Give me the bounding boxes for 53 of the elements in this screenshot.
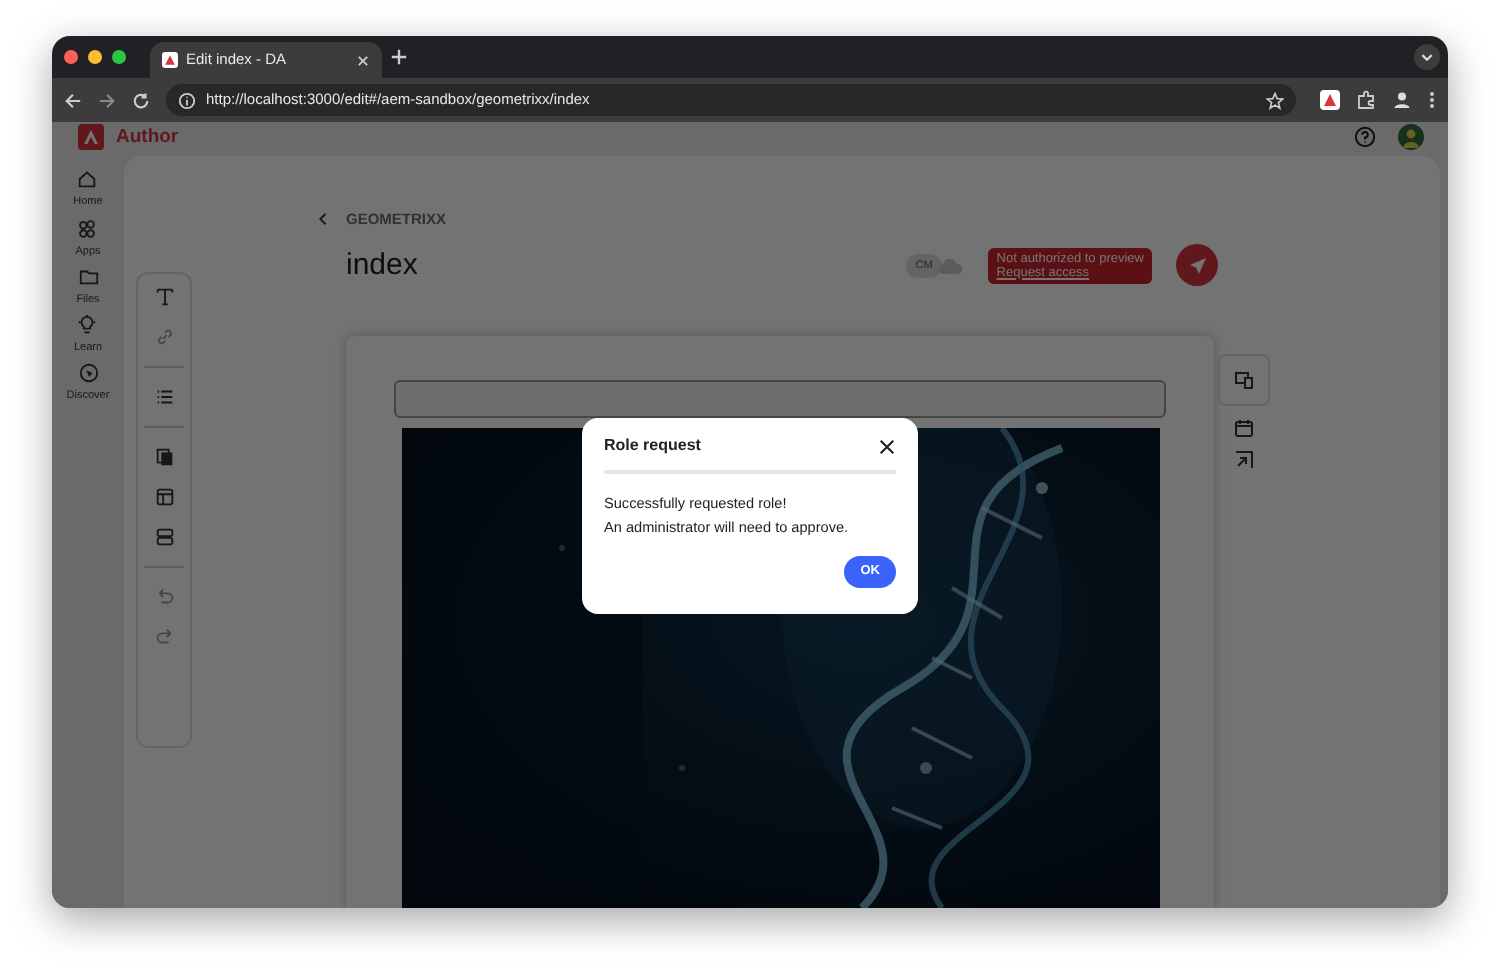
reload-icon[interactable]: [132, 91, 150, 109]
lightbulb-icon: [76, 314, 99, 336]
home-icon: [76, 168, 99, 191]
app-logo-icon[interactable]: [78, 124, 104, 151]
table-button[interactable]: [153, 486, 175, 509]
calendar-icon: [1234, 418, 1254, 438]
redo-icon: [153, 626, 175, 649]
calendar-button[interactable]: [1234, 418, 1254, 438]
help-icon[interactable]: [1354, 126, 1376, 149]
redo-button[interactable]: [153, 626, 175, 649]
back-icon[interactable]: [316, 212, 330, 227]
publish-button[interactable]: [1176, 244, 1218, 287]
copy-button[interactable]: [153, 446, 175, 469]
arrow-box-icon: [1234, 450, 1254, 470]
section-icon: [153, 526, 175, 549]
app-name: Author: [116, 123, 179, 151]
user-avatar[interactable]: [1398, 124, 1424, 151]
text-button[interactable]: [153, 286, 175, 309]
maximize-window-button[interactable]: [112, 50, 126, 64]
undo-icon: [153, 586, 175, 609]
close-button[interactable]: [878, 437, 896, 455]
page-title: index: [346, 245, 420, 285]
link-icon: [153, 326, 175, 349]
menu-icon[interactable]: [1428, 90, 1436, 110]
forward-icon[interactable]: [98, 91, 116, 109]
dropdown-icon[interactable]: [1414, 44, 1440, 70]
copy-icon: [153, 446, 175, 469]
send-icon: [1187, 255, 1207, 276]
text-icon: [153, 286, 175, 309]
undo-button[interactable]: [153, 586, 175, 609]
close-icon[interactable]: [356, 53, 370, 67]
close-window-button[interactable]: [64, 50, 78, 64]
compass-icon: [77, 362, 99, 385]
table-icon: [153, 486, 175, 509]
puzzle-icon[interactable]: [1356, 90, 1376, 110]
folder-icon: [77, 265, 99, 288]
app-logo-icon: [162, 52, 178, 68]
list-button[interactable]: [153, 386, 175, 409]
dialog-title: Role request: [604, 434, 701, 458]
extension-logo-icon[interactable]: [1320, 90, 1340, 110]
info-icon[interactable]: [178, 91, 196, 109]
apps-icon: [76, 217, 99, 239]
profile-icon[interactable]: [1392, 90, 1412, 110]
device-preview-button[interactable]: [1218, 354, 1270, 406]
link-button[interactable]: [153, 326, 175, 349]
section-button[interactable]: [153, 526, 175, 549]
close-icon: [878, 437, 896, 455]
minimize-window-button[interactable]: [88, 50, 102, 64]
open-button[interactable]: [1234, 450, 1254, 470]
devices-icon: [1234, 370, 1254, 390]
list-icon: [153, 386, 175, 409]
new-tab-icon[interactable]: [390, 48, 408, 66]
star-icon[interactable]: [1266, 91, 1284, 109]
